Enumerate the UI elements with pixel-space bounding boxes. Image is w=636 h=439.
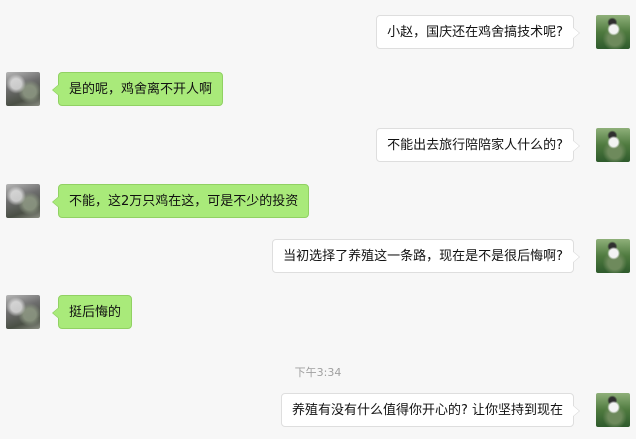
- message-bubble-right[interactable]: 不能出去旅行陪陪家人什么的?: [376, 128, 580, 162]
- message-bubble-left[interactable]: 是的呢，鸡舍离不开人啊: [51, 72, 224, 106]
- message-bubble-left[interactable]: 挺后悔的: [51, 295, 133, 329]
- user-avatar-icon[interactable]: [596, 128, 630, 162]
- message-bubble-left[interactable]: 不能，这2万只鸡在这，可是不少的投资: [51, 184, 310, 218]
- contact-avatar-icon[interactable]: [6, 295, 40, 329]
- contact-avatar-icon[interactable]: [6, 72, 40, 106]
- user-avatar-icon[interactable]: [596, 239, 630, 273]
- contact-avatar-icon[interactable]: [6, 184, 40, 218]
- message-bubble-right[interactable]: 养殖有没有什么值得你开心的? 让你坚持到现在: [280, 393, 581, 427]
- user-avatar-icon[interactable]: [596, 393, 630, 427]
- user-avatar-icon[interactable]: [596, 15, 630, 49]
- message-timestamp: 下午3:34: [294, 366, 342, 379]
- chat-window: 小赵，国庆还在鸡舍搞技术呢? 是的呢，鸡舍离不开人啊 不能出去旅行陪陪家人什么的…: [0, 0, 636, 439]
- message-bubble-right[interactable]: 小赵，国庆还在鸡舍搞技术呢?: [376, 15, 580, 49]
- message-bubble-right[interactable]: 当初选择了养殖这一条路，现在是不是很后悔啊?: [272, 239, 580, 273]
